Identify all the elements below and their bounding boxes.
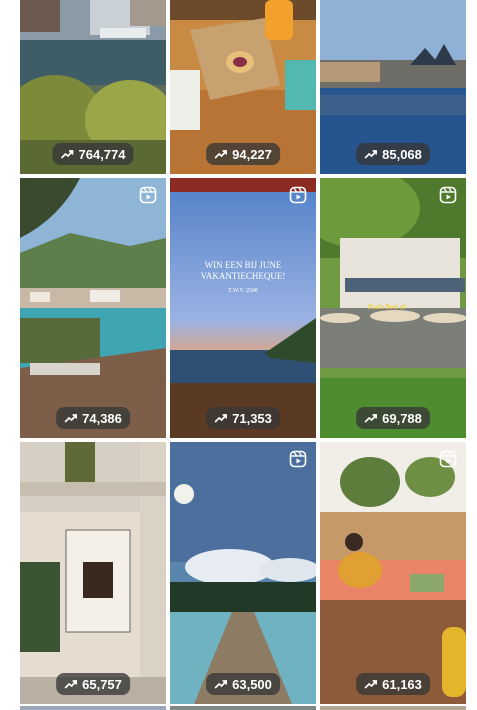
post-thumbnail: [20, 442, 166, 704]
views-count: 69,788: [382, 410, 422, 426]
views-count: 71,353: [232, 410, 272, 426]
next-row-edge: [170, 706, 316, 710]
views-badge: 69,788: [356, 407, 430, 429]
trending-up-icon: [214, 414, 227, 423]
trending-up-icon: [60, 150, 74, 159]
trending-up-icon: [364, 414, 377, 423]
views-count: 94,227: [232, 146, 272, 162]
trending-up-icon: [64, 680, 77, 689]
post-thumbnail: [20, 178, 166, 438]
post-thumbnail: [170, 178, 316, 438]
views-badge: 764,774: [52, 143, 134, 165]
reels-icon: [289, 450, 307, 468]
trending-up-icon: [214, 150, 227, 159]
next-row-edge: [20, 706, 166, 710]
trending-up-icon: [214, 680, 227, 689]
views-count: 764,774: [78, 146, 126, 162]
post-tile[interactable]: 94,227: [170, 0, 316, 174]
trending-up-icon: [364, 680, 377, 689]
views-count: 74,386: [82, 410, 122, 426]
views-badge: 61,163: [356, 673, 430, 695]
views-badge: 65,757: [56, 673, 130, 695]
post-thumbnail: [170, 442, 316, 704]
views-badge: 63,500: [206, 673, 280, 695]
views-badge: 94,227: [206, 143, 280, 165]
trending-up-icon: [364, 150, 377, 159]
restaurant-sign: Paris Best of: [368, 303, 406, 311]
trending-up-icon: [64, 414, 77, 423]
post-tile[interactable]: 65,757: [20, 442, 166, 704]
views-count: 65,757: [82, 676, 122, 692]
post-tile[interactable]: 61,163: [320, 442, 466, 704]
views-count: 61,163: [382, 676, 422, 692]
post-tile[interactable]: 764,774: [20, 0, 166, 174]
post-tile[interactable]: Paris Best of 69,788: [320, 178, 466, 438]
post-tile[interactable]: 74,386: [20, 178, 166, 438]
promo-text: WIN EEN BIJ JUNE VAKANTIECHEQUE! T.W.V. …: [200, 260, 286, 294]
views-badge: 74,386: [56, 407, 130, 429]
views-badge: 85,068: [356, 143, 430, 165]
post-tile[interactable]: 63,500: [170, 442, 316, 704]
reels-icon: [439, 186, 457, 204]
posts-grid: 764,774 94,227 85,068 74,386 WIN EEN BIJ…: [0, 0, 477, 710]
next-row-edge: [320, 706, 466, 710]
post-tile[interactable]: 85,068: [320, 0, 466, 174]
reels-icon: [439, 450, 457, 468]
views-badge: 71,353: [206, 407, 280, 429]
post-thumbnail: [320, 442, 466, 704]
views-count: 85,068: [382, 146, 422, 162]
views-count: 63,500: [232, 676, 272, 692]
reels-icon: [139, 186, 157, 204]
post-tile[interactable]: WIN EEN BIJ JUNE VAKANTIECHEQUE! T.W.V. …: [170, 178, 316, 438]
reels-icon: [289, 186, 307, 204]
